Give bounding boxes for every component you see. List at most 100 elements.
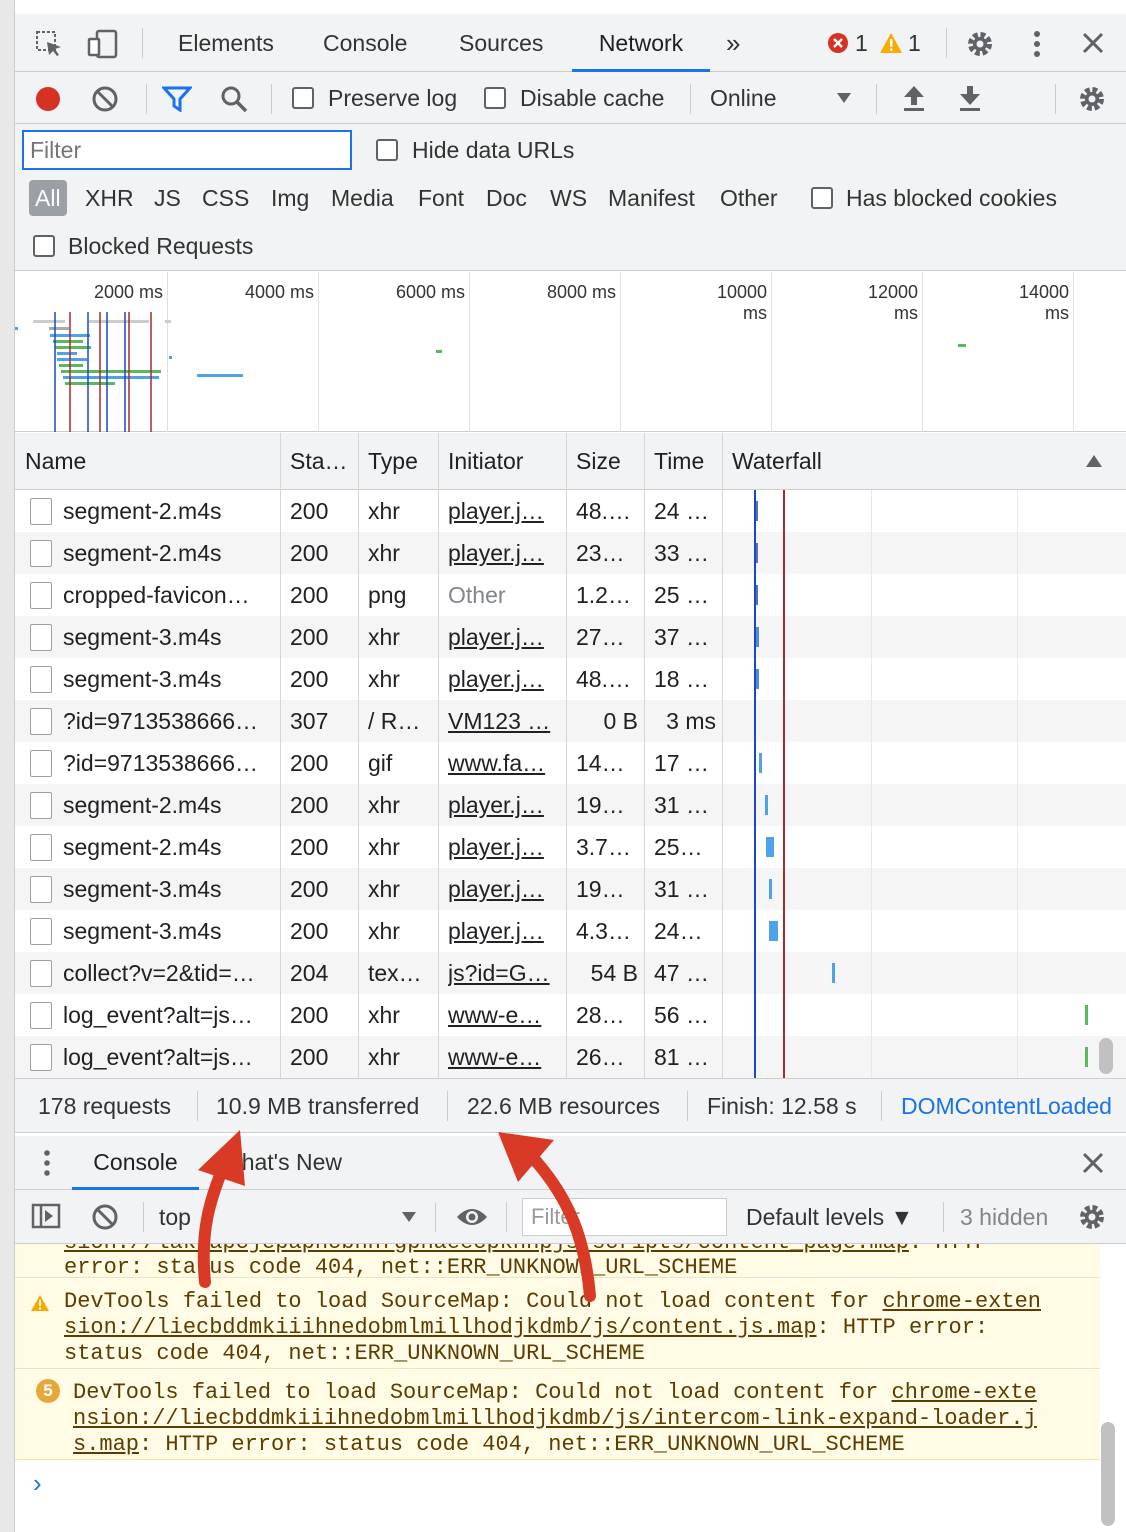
request-initiator[interactable]: player.j… bbox=[448, 532, 564, 574]
has-blocked-cookies-checkbox[interactable] bbox=[811, 187, 833, 209]
waterfall-bar[interactable] bbox=[766, 837, 775, 857]
console-settings-gear-icon[interactable] bbox=[1077, 1202, 1107, 1232]
table-row[interactable]: ?id=9713538666… 307 / R… VM123 … 0 B 3 ms bbox=[15, 700, 1126, 742]
table-row[interactable]: segment-2.m4s 200 xhr player.j… 3.7… 25… bbox=[15, 826, 1126, 868]
filter-type-img[interactable]: Img bbox=[271, 176, 309, 220]
tab-console[interactable]: Console bbox=[323, 14, 407, 72]
more-tabs-button[interactable]: » bbox=[726, 14, 740, 72]
filter-type-ws[interactable]: WS bbox=[550, 176, 587, 220]
source-map-link[interactable]: chrome-exte bbox=[892, 1380, 1037, 1405]
waterfall-bar[interactable] bbox=[768, 879, 772, 899]
search-icon[interactable] bbox=[220, 85, 248, 113]
column-waterfall-header[interactable]: Waterfall bbox=[722, 433, 1022, 490]
request-initiator[interactable]: js?id=G… bbox=[448, 952, 564, 994]
waterfall-bar[interactable] bbox=[1084, 1047, 1089, 1067]
table-scrollbar-thumb[interactable] bbox=[1099, 1038, 1113, 1074]
clear-console-icon[interactable] bbox=[91, 1203, 119, 1231]
tab-sources[interactable]: Sources bbox=[459, 14, 543, 72]
filter-type-css[interactable]: CSS bbox=[202, 176, 249, 220]
error-count[interactable]: 1 bbox=[855, 14, 868, 72]
throttling-select[interactable]: Online bbox=[710, 72, 776, 124]
column-initiator-header[interactable]: Initiator bbox=[438, 433, 566, 490]
column-type-header[interactable]: Type bbox=[358, 433, 438, 490]
request-initiator[interactable]: player.j… bbox=[448, 868, 564, 910]
warning-count[interactable]: 1 bbox=[908, 14, 921, 72]
table-row[interactable]: segment-2.m4s 200 xhr player.j… 19… 31 … bbox=[15, 784, 1126, 826]
request-initiator[interactable]: VM123 … bbox=[448, 700, 564, 742]
filter-type-font[interactable]: Font bbox=[418, 176, 464, 220]
request-initiator[interactable]: player.j… bbox=[448, 910, 564, 952]
filter-type-xhr[interactable]: XHR bbox=[85, 176, 134, 220]
sort-ascending-icon[interactable] bbox=[1085, 454, 1103, 468]
chevron-down-icon[interactable] bbox=[836, 91, 852, 105]
request-initiator[interactable]: player.j… bbox=[448, 658, 564, 700]
table-row[interactable]: segment-2.m4s 200 xhr player.j… 23… 33 … bbox=[15, 532, 1126, 574]
console-scrollbar-thumb[interactable] bbox=[1101, 1422, 1115, 1526]
settings-gear-icon[interactable] bbox=[965, 29, 995, 59]
clear-icon[interactable] bbox=[91, 85, 119, 113]
import-har-icon[interactable] bbox=[902, 84, 926, 112]
filter-type-media[interactable]: Media bbox=[331, 176, 394, 220]
request-initiator[interactable]: www-e… bbox=[448, 1036, 564, 1078]
export-har-icon[interactable] bbox=[958, 84, 982, 112]
request-initiator[interactable]: player.j… bbox=[448, 784, 564, 826]
column-name-header[interactable]: Name bbox=[15, 433, 280, 490]
source-map-link[interactable]: sion://lakeapcjepapncbnhfgpnaeecpkhnpjs/… bbox=[64, 1244, 909, 1255]
drawer-tab-console[interactable]: Console bbox=[72, 1136, 199, 1190]
request-initiator[interactable]: player.j… bbox=[448, 826, 564, 868]
device-toolbar-icon[interactable] bbox=[87, 28, 119, 60]
column-status-header[interactable]: Sta… bbox=[280, 433, 358, 490]
filter-funnel-icon[interactable] bbox=[162, 86, 192, 112]
table-row[interactable]: segment-3.m4s 200 xhr player.j… 48.… 18 … bbox=[15, 658, 1126, 700]
request-initiator[interactable]: player.j… bbox=[448, 490, 564, 532]
waterfall-bar[interactable] bbox=[764, 795, 768, 815]
column-size-header[interactable]: Size bbox=[566, 433, 644, 490]
close-drawer-icon[interactable] bbox=[1082, 1152, 1104, 1174]
tab-network[interactable]: Network bbox=[572, 14, 710, 72]
table-row[interactable]: segment-3.m4s 200 xhr player.j… 4.3… 24… bbox=[15, 910, 1126, 952]
column-time-header[interactable]: Time bbox=[644, 433, 722, 490]
drawer-tab-whats-new[interactable]: What's New bbox=[220, 1136, 342, 1190]
source-map-link[interactable]: s.map bbox=[73, 1432, 139, 1457]
console-filter-input[interactable]: Filter bbox=[522, 1198, 727, 1236]
filter-type-all[interactable]: All bbox=[29, 180, 67, 216]
waterfall-bar[interactable] bbox=[1084, 1005, 1089, 1025]
waterfall-bar[interactable] bbox=[769, 921, 778, 941]
table-row[interactable]: ?id=9713538666… 200 gif www.fa… 14… 17 … bbox=[15, 742, 1126, 784]
record-button[interactable] bbox=[34, 85, 62, 113]
table-row[interactable]: collect?v=2&tid=… 204 tex… js?id=G… 54 B 47 … bbox=[15, 952, 1126, 994]
filter-type-doc[interactable]: Doc bbox=[486, 176, 527, 220]
source-map-link[interactable]: nsion://liecbddmkiiihnedobmlmillhodjkdmb… bbox=[73, 1406, 1037, 1431]
request-initiator[interactable]: www-e… bbox=[448, 994, 564, 1036]
source-map-link[interactable]: sion://liecbddmkiiihnedobmlmillhodjkdmb/… bbox=[64, 1315, 817, 1340]
waterfall-bar[interactable] bbox=[755, 669, 759, 689]
sidebar-toggle-icon[interactable] bbox=[31, 1203, 61, 1229]
request-initiator[interactable]: player.j… bbox=[448, 616, 564, 658]
context-chevron-down-icon[interactable] bbox=[401, 1210, 417, 1224]
request-initiator[interactable]: www.fa… bbox=[448, 742, 564, 784]
table-row[interactable]: log_event?alt=js… 200 xhr www-e… 26… 81 … bbox=[15, 1036, 1126, 1078]
disable-cache-checkbox[interactable] bbox=[484, 87, 506, 109]
network-settings-gear-icon[interactable] bbox=[1077, 84, 1107, 114]
log-levels-dropdown[interactable]: Default levels ▼ bbox=[746, 1190, 913, 1244]
tab-elements[interactable]: Elements bbox=[178, 14, 274, 72]
table-row[interactable]: segment-3.m4s 200 xhr player.j… 27… 37 … bbox=[15, 616, 1126, 658]
filter-input[interactable] bbox=[22, 130, 352, 170]
table-row[interactable]: log_event?alt=js… 200 xhr www-e… 28… 56 … bbox=[15, 994, 1126, 1036]
live-expression-eye-icon[interactable] bbox=[455, 1205, 489, 1229]
close-devtools-icon[interactable] bbox=[1082, 32, 1104, 54]
table-row[interactable]: cropped-favicon… 200 png Other 1.2… 25 … bbox=[15, 574, 1126, 616]
table-row[interactable]: segment-3.m4s 200 xhr player.j… 19… 31 … bbox=[15, 868, 1126, 910]
more-options-icon[interactable] bbox=[1029, 30, 1045, 58]
preserve-log-checkbox[interactable] bbox=[292, 87, 314, 109]
blocked-requests-checkbox[interactable] bbox=[33, 235, 55, 257]
drawer-menu-icon[interactable] bbox=[41, 1148, 53, 1178]
filter-type-other[interactable]: Other bbox=[720, 176, 778, 220]
warning-icon[interactable] bbox=[879, 32, 903, 54]
console-prompt[interactable]: › bbox=[33, 1468, 42, 1498]
error-icon[interactable] bbox=[827, 32, 849, 54]
waterfall-bar[interactable] bbox=[759, 753, 763, 773]
hide-data-urls-checkbox[interactable] bbox=[376, 139, 398, 161]
filter-type-manifest[interactable]: Manifest bbox=[608, 176, 695, 220]
context-selector[interactable]: top bbox=[159, 1190, 191, 1244]
